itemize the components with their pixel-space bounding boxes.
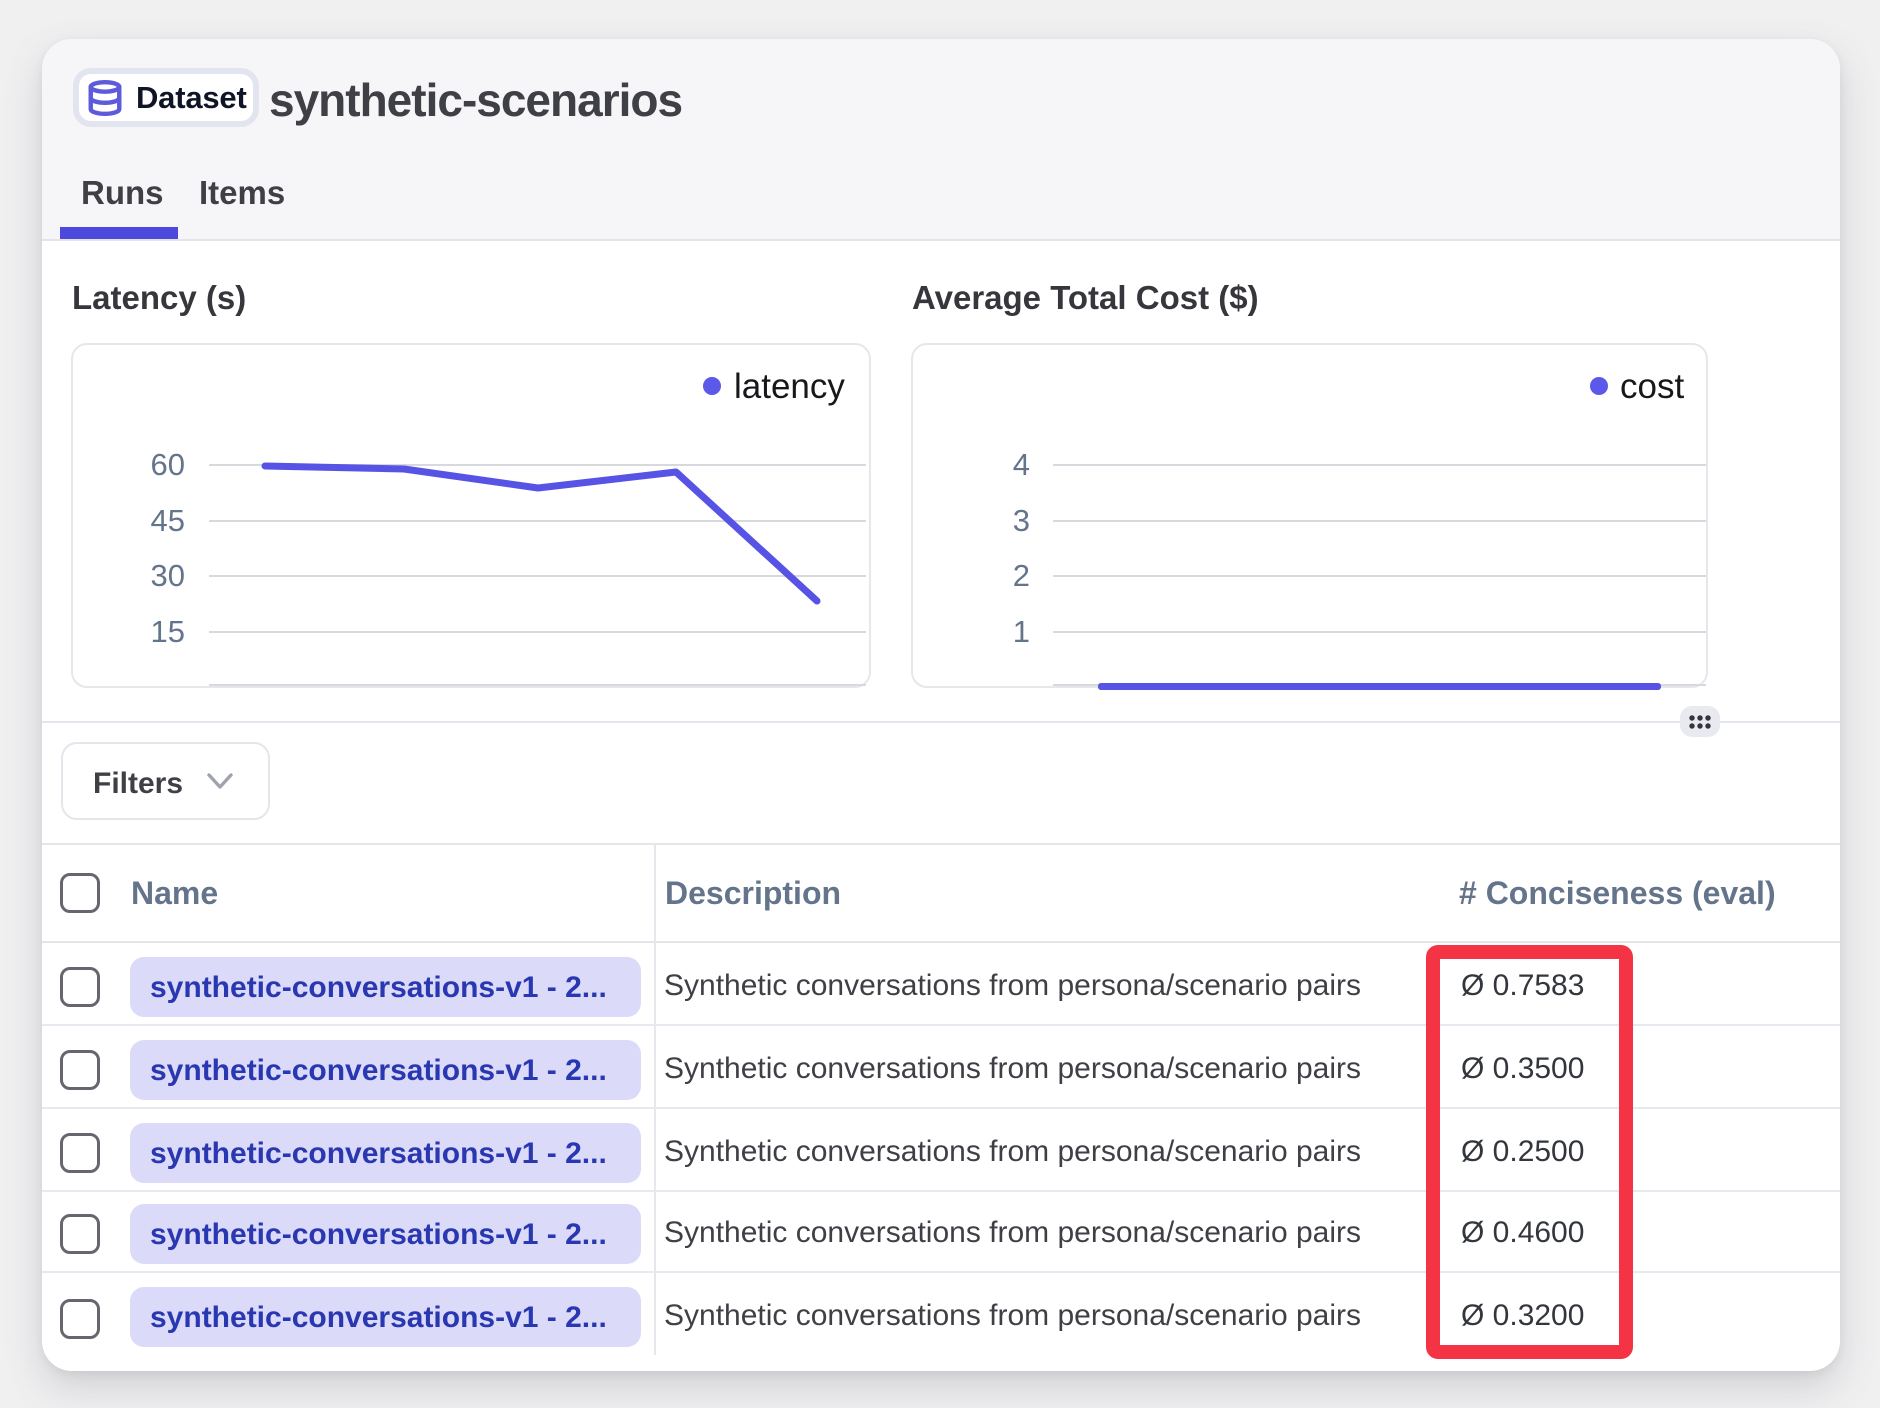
svg-text:2: 2: [1013, 558, 1030, 593]
svg-text:4: 4: [1013, 447, 1030, 482]
svg-text:cost: cost: [1620, 367, 1684, 406]
svg-text:15: 15: [151, 614, 185, 649]
svg-text:30: 30: [151, 558, 185, 593]
svg-text:3: 3: [1013, 503, 1030, 538]
svg-text:45: 45: [151, 503, 185, 538]
svg-text:1: 1: [1013, 614, 1030, 649]
svg-text:latency: latency: [734, 367, 845, 406]
svg-text:60: 60: [151, 447, 185, 482]
